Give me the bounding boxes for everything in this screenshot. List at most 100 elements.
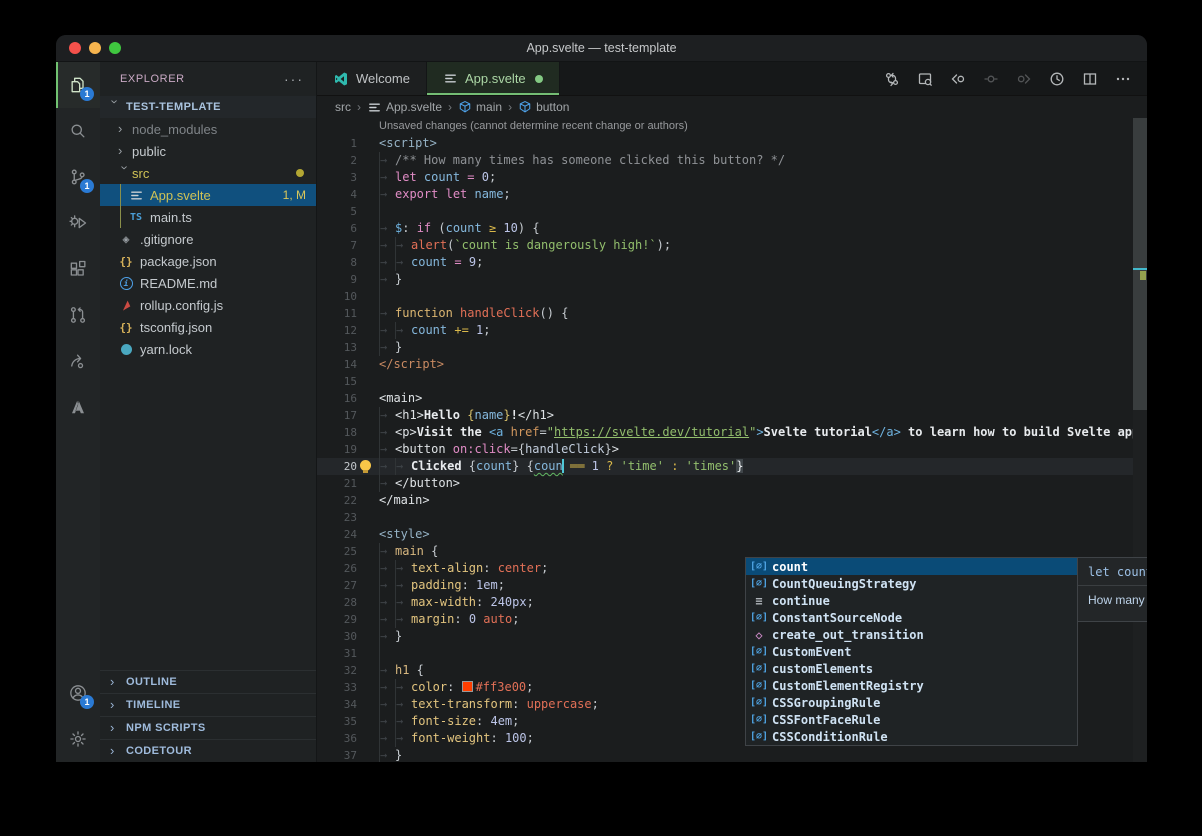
code-line-8[interactable]: 8→→count = 9; [317,254,1147,271]
line-number: 11 [317,305,357,322]
breadcrumb-item-button[interactable]: button [518,100,569,114]
code-editor[interactable]: Unsaved changes (cannot determine recent… [317,118,1147,762]
code-line-4[interactable]: 4→export let name; [317,186,1147,203]
code-line-24[interactable]: 24<style> [317,526,1147,543]
search-icon[interactable] [56,108,100,154]
panel-npm-scripts[interactable]: ›NPM SCRIPTS [100,716,316,739]
activity-bar: 1 1 1 [56,62,100,762]
code-line-6[interactable]: 6→$: if (count ≥ 10) { [317,220,1147,237]
file-item-readme-md[interactable]: iREADME.md [100,272,316,294]
title-bar[interactable]: App.svelte — test-template [56,35,1147,62]
close-window-button[interactable] [69,42,81,54]
minimize-window-button[interactable] [89,42,101,54]
code-line-12[interactable]: 12→→count += 1; [317,322,1147,339]
file-item-tsconfig-json[interactable]: {}tsconfig.json [100,316,316,338]
code-line-15[interactable]: 15 [317,373,1147,390]
code-line-37[interactable]: 37→} [317,747,1147,762]
account-icon[interactable]: 1 [56,670,100,716]
scrollbar-thumb[interactable] [1133,118,1147,410]
badge: 1 [80,179,94,193]
code-line-5[interactable]: 5 [317,203,1147,220]
panel-timeline[interactable]: ›TIMELINE [100,693,316,716]
chevron-right-icon: › [118,121,132,136]
code-line-7[interactable]: 7→→alert(`count is dangerously high!`); [317,237,1147,254]
breadcrumb-item-app-svelte[interactable]: App.svelte [367,100,442,115]
sidebar-more-actions-icon[interactable]: ··· [284,71,304,87]
project-root-row[interactable]: › TEST-TEMPLATE [100,96,316,118]
line-number: 6 [317,220,357,237]
git-compare-icon[interactable] [884,71,900,87]
live-share-icon[interactable] [56,338,100,384]
code-line-23[interactable]: 23 [317,509,1147,526]
tab-welcome[interactable]: Welcome [317,62,427,95]
suggest-item-cssfontfacerule[interactable]: [∅]CSSFontFaceRule [746,711,1077,728]
suggest-item-constantsourcenode[interactable]: [∅]ConstantSourceNode [746,609,1077,626]
code-line-14[interactable]: 14</script> [317,356,1147,373]
extensions-icon[interactable] [56,246,100,292]
symbol-variable-icon: [∅] [746,680,772,691]
breadcrumb-item-main[interactable]: main [458,100,502,114]
file-item-app-svelte[interactable]: App.svelte1, M [100,184,316,206]
code-line-21[interactable]: 21→</button> [317,475,1147,492]
file-item-rollup-config-js[interactable]: rollup.config.js [100,294,316,316]
file-item--gitignore[interactable]: ◈.gitignore [100,228,316,250]
file-item-main-ts[interactable]: TSmain.ts [100,206,316,228]
code-line-9[interactable]: 9→} [317,271,1147,288]
file-label: package.json [140,254,217,269]
split-editor-icon[interactable] [1082,71,1098,87]
file-item-package-json[interactable]: {}package.json [100,250,316,272]
github-pr-icon[interactable] [56,292,100,338]
file-item-yarn-lock[interactable]: yarn.lock [100,338,316,360]
file-item-public[interactable]: ›public [100,140,316,162]
line-number: 10 [317,288,357,305]
code-line-18[interactable]: 18→<p>Visit the <a href="https://svelte.… [317,424,1147,441]
panel-outline[interactable]: ›OUTLINE [100,671,316,693]
suggest-item-create_out_transition[interactable]: ◇create_out_transition [746,626,1077,643]
suggest-item-countqueuingstrategy[interactable]: [∅]CountQueuingStrategy [746,575,1077,592]
code-line-22[interactable]: 22</main> [317,492,1147,509]
source-control-icon[interactable]: 1 [56,154,100,200]
breadcrumb-label: App.svelte [386,100,442,114]
file-label: rollup.config.js [140,298,223,313]
symbol-variable-icon: [∅] [746,561,772,572]
lightbulb-icon[interactable] [360,460,371,471]
panel-codetour[interactable]: ›CODETOUR [100,739,316,762]
line-number: 29 [317,611,357,628]
suggest-item-cssgroupingrule[interactable]: [∅]CSSGroupingRule [746,694,1077,711]
symbol-variable-icon: [∅] [746,663,772,674]
code-line-2[interactable]: 2→/** How many times has someone clicked… [317,152,1147,169]
code-line-19[interactable]: 19→<button on:click={handleClick}> [317,441,1147,458]
code-line-20[interactable]: 20→→Clicked {count} {coun ══ 1 ? 'time' … [317,458,1147,475]
file-item-src[interactable]: ›src [100,162,316,184]
file-item-node-modules[interactable]: ›node_modules [100,118,316,140]
code-line-1[interactable]: 1<script> [317,135,1147,152]
code-line-13[interactable]: 13→} [317,339,1147,356]
breadcrumb-item-src[interactable]: src [335,100,351,114]
more-actions-icon[interactable] [1115,71,1131,87]
suggest-item-count[interactable]: [∅]count [746,558,1077,575]
azure-icon[interactable] [56,384,100,430]
prev-change-icon[interactable] [950,71,966,87]
suggest-item-customevent[interactable]: [∅]CustomEvent [746,643,1077,660]
line-number: 24 [317,526,357,543]
suggest-item-continue[interactable]: ≡continue [746,592,1077,609]
line-number: 36 [317,730,357,747]
file-type-icon [118,344,134,355]
code-line-16[interactable]: 16<main> [317,390,1147,407]
line-number: 37 [317,747,357,762]
code-line-17[interactable]: 17→<h1>Hello {name}!</h1> [317,407,1147,424]
files-icon[interactable]: 1 [56,62,100,108]
tab-app-svelte[interactable]: App.svelte [427,62,560,95]
zoom-window-button[interactable] [109,42,121,54]
code-line-11[interactable]: 11→function handleClick() { [317,305,1147,322]
suggest-label: CustomEvent [772,645,851,659]
code-line-3[interactable]: 3→let count = 0; [317,169,1147,186]
run-debug-icon[interactable] [56,200,100,246]
code-line-10[interactable]: 10 [317,288,1147,305]
suggest-item-customelements[interactable]: [∅]customElements [746,660,1077,677]
timeline-icon[interactable] [1049,71,1065,87]
open-preview-icon[interactable] [917,71,933,87]
suggest-item-customelementregistry[interactable]: [∅]CustomElementRegistry [746,677,1077,694]
suggest-item-cssconditionrule[interactable]: [∅]CSSConditionRule [746,728,1077,745]
settings-icon[interactable] [56,716,100,762]
